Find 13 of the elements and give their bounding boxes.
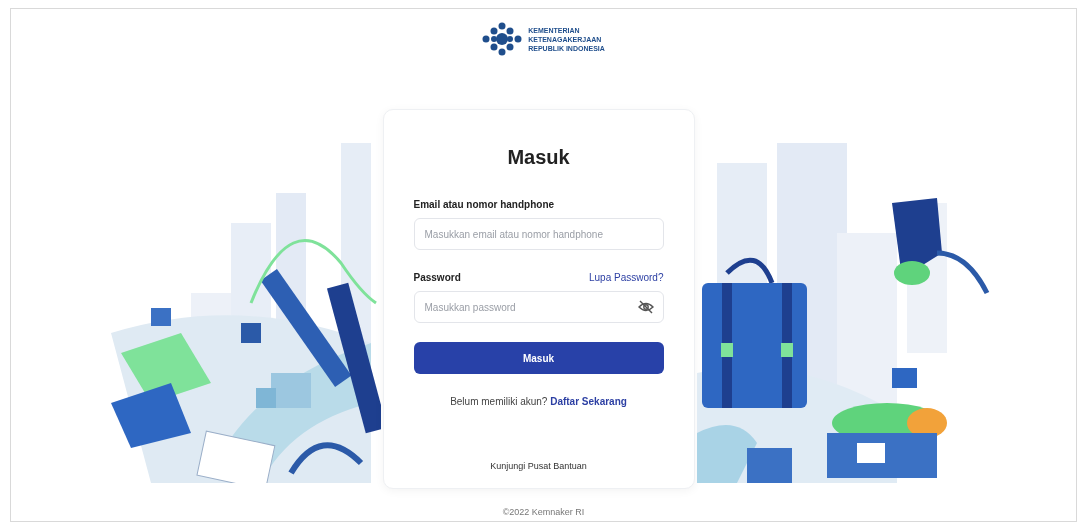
password-field[interactable]: Masukkan password: [413, 291, 664, 323]
help-center-link[interactable]: Kunjungi Pusat Bantuan: [490, 461, 587, 471]
eye-slash-icon[interactable]: [637, 300, 654, 314]
copyright-text: ©2022 Kemnaker RI: [502, 507, 585, 517]
field-label: Email atau nomor handphone: [413, 199, 555, 210]
field-label: Password: [413, 272, 461, 283]
register-prompt: Belum memiliki akun?: [450, 396, 548, 407]
logo-icon: [482, 22, 523, 56]
login-title: Masuk: [507, 146, 570, 169]
forgot-password-link[interactable]: Lupa Password?: [589, 272, 664, 283]
email-field[interactable]: Masukkan email atau nomor handphone: [413, 218, 664, 250]
login-button[interactable]: Masuk: [413, 342, 664, 374]
register-link[interactable]: Daftar Sekarang: [550, 396, 627, 407]
